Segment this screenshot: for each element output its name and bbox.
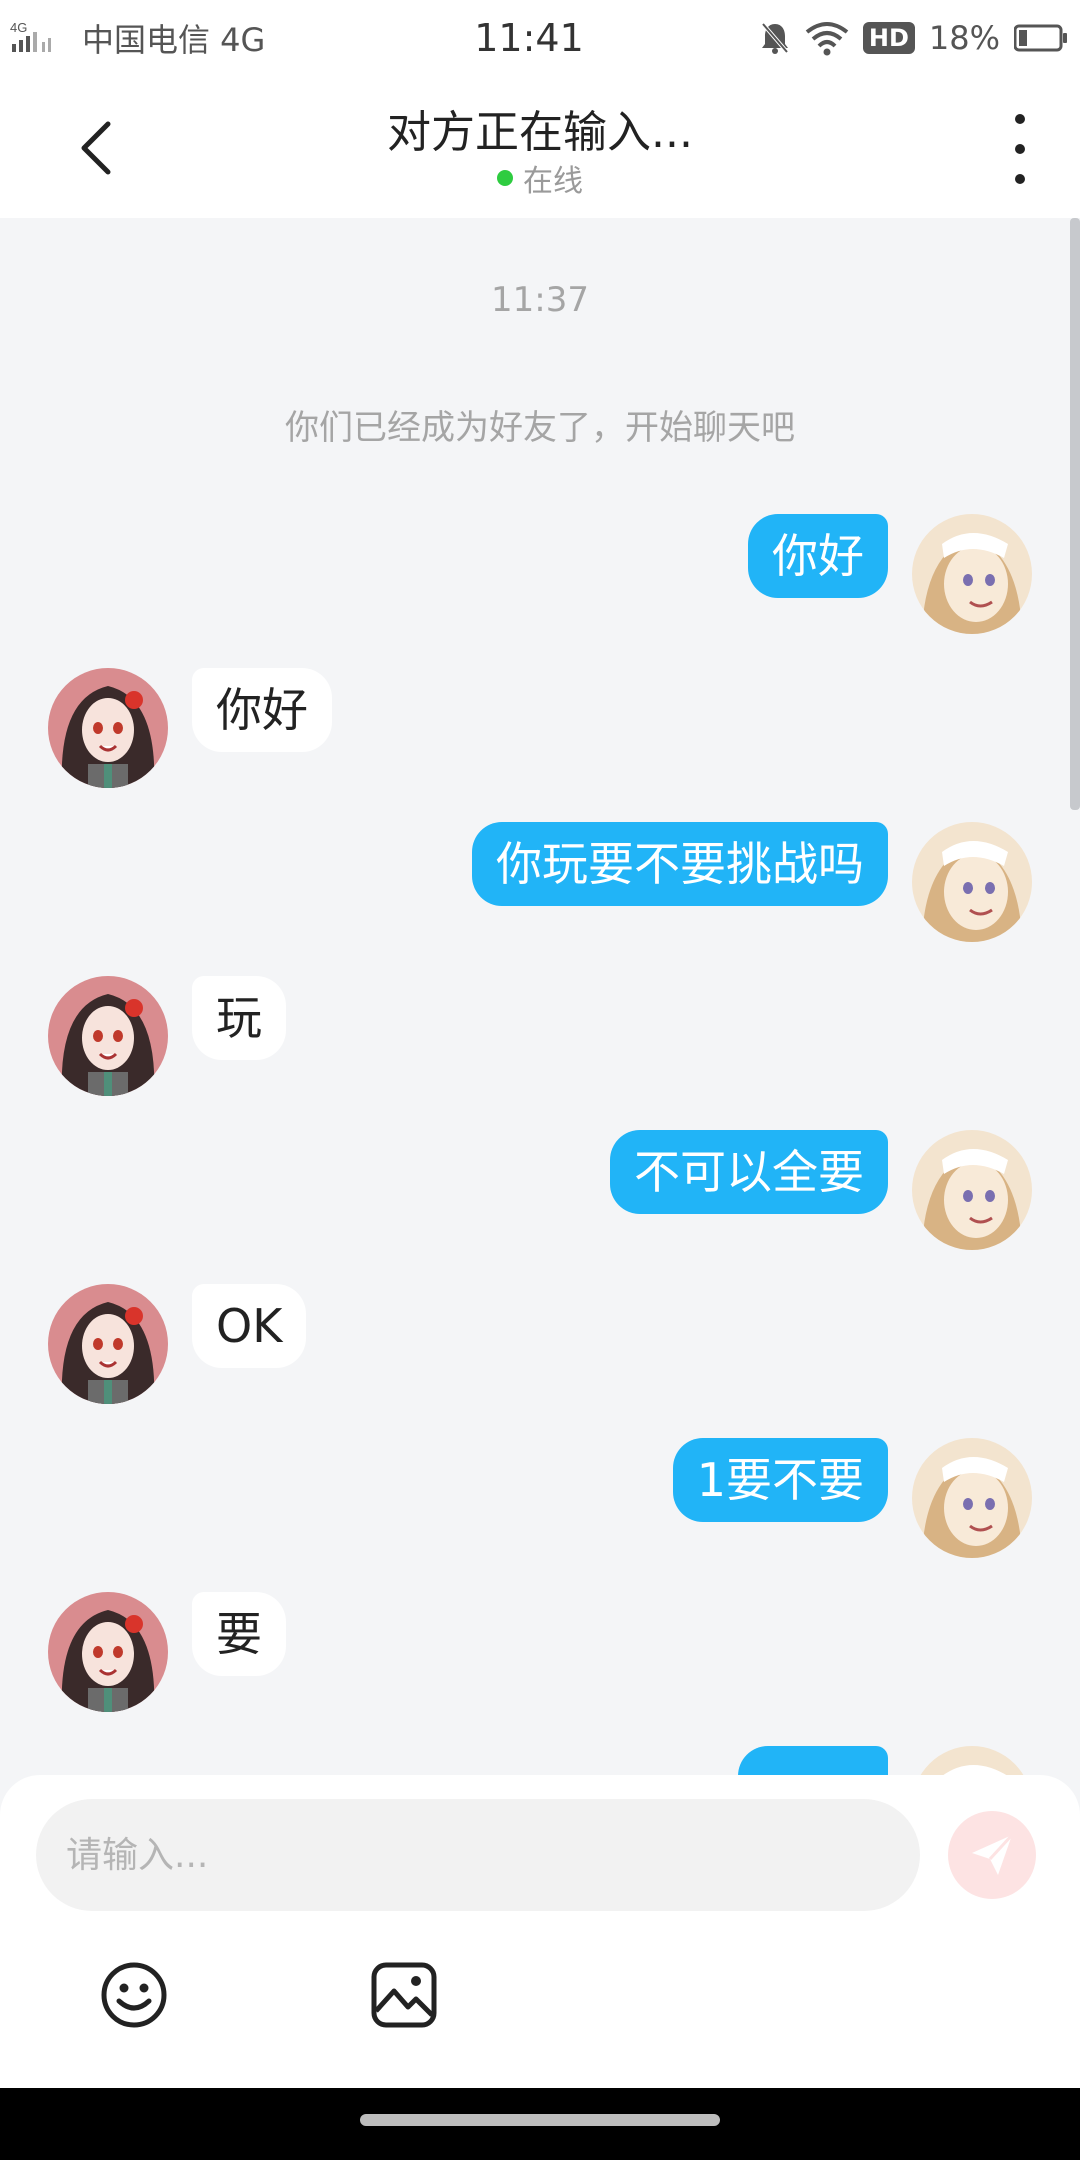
image-picture-icon (371, 1962, 437, 2028)
my-avatar[interactable] (912, 1438, 1032, 1558)
home-indicator[interactable] (360, 2114, 720, 2126)
message-row: 你好 (0, 514, 1080, 634)
avatar-image (48, 668, 168, 788)
more-dot (1015, 114, 1025, 124)
contact-avatar[interactable] (48, 1284, 168, 1404)
status-right: HD 18% (708, 19, 1068, 57)
bell-muted-icon (761, 22, 789, 54)
message-row: 你玩要不要挑战吗 (0, 822, 1080, 942)
battery-percent: 18% (928, 19, 1000, 57)
my-avatar[interactable] (912, 1130, 1032, 1250)
my-avatar[interactable] (912, 514, 1032, 634)
image-button[interactable] (368, 1959, 440, 2031)
message-bubble-sent[interactable]: 不可以全要 (610, 1130, 888, 1214)
more-options-button[interactable] (1000, 114, 1040, 184)
my-avatar[interactable] (912, 822, 1032, 942)
emoji-button[interactable] (98, 1959, 170, 2031)
message-bubble-sent[interactable]: 你好 (748, 514, 888, 598)
status-left: 4G 中国电信 4G (10, 15, 390, 61)
message-bubble-received[interactable]: 要 (192, 1592, 286, 1676)
message-input[interactable] (36, 1799, 920, 1911)
message-bubble-received[interactable]: OK (192, 1284, 307, 1368)
message-row-partial (0, 1746, 1080, 1778)
send-button[interactable] (948, 1811, 1036, 1899)
send-paper-plane-icon (972, 1833, 1014, 1875)
chat-timestamp: 11:37 (491, 280, 589, 320)
message-row: 你好 (0, 668, 1080, 788)
message-row: 玩 (0, 976, 1080, 1096)
battery-icon (1014, 24, 1067, 52)
chat-header: 对方正在输入... 在线 (0, 76, 1080, 218)
svg-text:4G: 4G (10, 20, 27, 35)
chat-scroll-area[interactable]: 11:37 你们已经成为好友了，开始聊天吧 你好 你好 你玩要不要挑战吗 玩 不… (0, 218, 1080, 1778)
status-bar: 4G 中国电信 4G 11:41 HD 18% (0, 0, 1080, 76)
contact-avatar[interactable] (48, 668, 168, 788)
input-panel (0, 1775, 1080, 2088)
online-dot (497, 170, 513, 186)
message-bubble-received[interactable]: 你好 (192, 668, 332, 752)
avatar-image (912, 1746, 1032, 1778)
avatar-image (912, 822, 1032, 942)
message-row: 要 (0, 1592, 1080, 1712)
wifi-icon (805, 22, 849, 56)
signal-icon: 4G (10, 20, 51, 52)
my-avatar[interactable] (912, 1746, 1032, 1778)
message-row: 1要不要 (0, 1438, 1080, 1558)
message-row: 不可以全要 (0, 1130, 1080, 1250)
carrier-label: 中国电信 4G (82, 21, 266, 59)
hd-badge: HD (862, 22, 915, 54)
avatar-image (912, 1130, 1032, 1250)
system-nav-bar (0, 2088, 1080, 2160)
emoji-smile-icon (101, 1962, 167, 2028)
chat-title: 对方正在输入... (387, 107, 693, 158)
more-dot (1015, 144, 1025, 154)
avatar-image (912, 1438, 1032, 1558)
more-dot (1015, 174, 1025, 184)
message-bubble-received[interactable]: 玩 (192, 976, 286, 1060)
presence-label: 在线 (523, 164, 583, 199)
avatar-image (48, 1284, 168, 1404)
contact-avatar[interactable] (48, 976, 168, 1096)
message-bubble-sent[interactable]: 你玩要不要挑战吗 (472, 822, 888, 906)
avatar-image (48, 976, 168, 1096)
clock: 11:41 (474, 16, 584, 60)
message-bubble-sent[interactable]: 1要不要 (672, 1438, 888, 1522)
message-bubble-sent[interactable] (738, 1746, 888, 1778)
presence-status: 在线 (0, 156, 1080, 200)
system-note: 你们已经成为好友了，开始聊天吧 (285, 408, 795, 448)
contact-avatar[interactable] (48, 1592, 168, 1712)
message-row: OK (0, 1284, 1080, 1404)
avatar-image (48, 1592, 168, 1712)
avatar-image (912, 514, 1032, 634)
